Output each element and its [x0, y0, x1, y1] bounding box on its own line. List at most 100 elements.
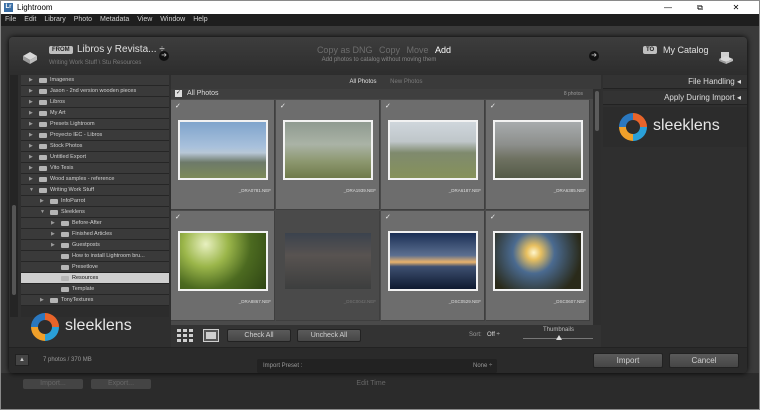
- photo-cell[interactable]: ✓ _DSC0529.NEF: [381, 211, 485, 321]
- photo-thumbnail[interactable]: [283, 231, 373, 291]
- photo-filename: _DRA1939.NEF: [343, 188, 376, 193]
- menu-view[interactable]: View: [133, 14, 156, 26]
- photo-thumbnail[interactable]: [178, 120, 268, 180]
- cancel-button[interactable]: Cancel: [669, 353, 739, 368]
- folder-item[interactable]: ▶ Untitled Export: [21, 152, 169, 163]
- folder-item[interactable]: ▶ Stock Photos: [21, 141, 169, 152]
- tab-new-photos[interactable]: New Photos: [390, 79, 422, 85]
- folder-item[interactable]: ▶ Wood samples - reference: [21, 174, 169, 185]
- import-button[interactable]: Import: [593, 353, 663, 368]
- folder-item[interactable]: ▶ TonyTextures: [21, 295, 169, 306]
- tab-all-photos[interactable]: All Photos: [349, 79, 376, 85]
- apply-during-import-header[interactable]: Apply During Import ◂: [603, 91, 747, 105]
- menu-photo[interactable]: Photo: [70, 14, 96, 26]
- folder-item[interactable]: ▶ InfoParrot: [21, 196, 169, 207]
- check-all-button[interactable]: Check All: [227, 329, 291, 342]
- triangle-right-icon[interactable]: ▶: [29, 130, 33, 141]
- triangle-right-icon[interactable]: ▶: [40, 295, 44, 306]
- mode-copy-as-dng[interactable]: Copy as DNG: [317, 45, 373, 55]
- photo-thumbnail[interactable]: [493, 120, 583, 180]
- folder-item[interactable]: Resources: [21, 273, 169, 284]
- thumbnail-slider-handle[interactable]: [556, 335, 562, 340]
- menu-metadata[interactable]: Metadata: [96, 14, 133, 26]
- triangle-right-icon[interactable]: ▶: [29, 86, 33, 97]
- folder-item[interactable]: ▼ Sleeklens: [21, 207, 169, 218]
- background-export-button[interactable]: Export...: [91, 379, 151, 389]
- photo-cell[interactable]: ✓ _DRA8867.NEF: [171, 211, 275, 321]
- checkbox-checked-icon[interactable]: ✓: [385, 102, 391, 110]
- photo-thumbnail[interactable]: [178, 231, 268, 291]
- checkbox-checked-icon[interactable]: ✓: [490, 213, 496, 221]
- folder-item[interactable]: ▶ Proyecto IEC - Libros: [21, 130, 169, 141]
- photo-thumbnail[interactable]: [388, 120, 478, 180]
- folder-scrollbar[interactable]: [10, 75, 18, 317]
- mode-copy[interactable]: Copy: [379, 45, 400, 55]
- photo-cell[interactable]: ✓ _DRA6187.NEF: [381, 100, 485, 210]
- photo-thumbnail[interactable]: [283, 120, 373, 180]
- menu-file[interactable]: File: [1, 14, 20, 26]
- folder-item[interactable]: ▶ Finished Articles: [21, 229, 169, 240]
- grid-scrollbar[interactable]: [593, 89, 601, 325]
- folder-item[interactable]: ▶ Presets Lightroom: [21, 119, 169, 130]
- folder-item[interactable]: ▶ Before-After: [21, 218, 169, 229]
- minimize-button[interactable]: —: [655, 1, 681, 14]
- menu-help[interactable]: Help: [189, 14, 211, 26]
- checkbox-checked-icon[interactable]: ✓: [280, 102, 286, 110]
- maximize-button[interactable]: ⧉: [687, 1, 713, 14]
- photo-thumbnail[interactable]: [493, 231, 583, 291]
- source-selector[interactable]: Libros y Revista... ÷: [77, 44, 165, 55]
- photo-cell[interactable]: ✓ _DRA1939.NEF: [276, 100, 380, 210]
- photo-cell[interactable]: ✓ _DRA0781.NEF: [171, 100, 275, 210]
- folder-icon: [39, 122, 47, 127]
- background-import-button[interactable]: Import...: [23, 379, 83, 389]
- mode-add[interactable]: Add: [435, 45, 451, 55]
- folder-item[interactable]: Template: [21, 284, 169, 295]
- triangle-right-icon[interactable]: ▶: [29, 75, 33, 86]
- folder-item[interactable]: ▶ My Art: [21, 108, 169, 119]
- uncheck-all-button[interactable]: Uncheck All: [297, 329, 361, 342]
- checkbox-checked-icon[interactable]: ✓: [385, 213, 391, 221]
- triangle-right-icon[interactable]: ▶: [40, 196, 44, 207]
- checkbox-checked-icon[interactable]: ✓: [175, 213, 181, 221]
- loupe-view-icon[interactable]: [203, 329, 219, 342]
- triangle-right-icon[interactable]: ▶: [29, 108, 33, 119]
- import-preset-bar: Import Preset : None ÷: [257, 359, 497, 373]
- select-all-checkbox[interactable]: ✓: [175, 90, 182, 97]
- sort-selector[interactable]: Off ÷: [487, 332, 500, 338]
- photo-cell[interactable]: _DSC0042.NEF: [276, 211, 380, 321]
- brand-name-left: sleeklens: [65, 317, 132, 334]
- folder-item[interactable]: ▶ Jason - 2nd version wooden pieces: [21, 86, 169, 97]
- triangle-down-icon[interactable]: ▼: [40, 207, 45, 218]
- photo-thumbnail[interactable]: [388, 231, 478, 291]
- folder-item[interactable]: ▶ Libros: [21, 97, 169, 108]
- collapse-up-icon[interactable]: ▲: [15, 354, 29, 366]
- triangle-right-icon[interactable]: ▶: [51, 240, 55, 251]
- triangle-down-icon[interactable]: ▼: [29, 185, 34, 196]
- file-handling-header[interactable]: File Handling ◂: [603, 75, 747, 89]
- import-preset-selector[interactable]: None ÷: [473, 359, 492, 373]
- triangle-right-icon[interactable]: ▶: [29, 174, 33, 185]
- folder-item[interactable]: How to install Lightroom bru...: [21, 251, 169, 262]
- triangle-right-icon[interactable]: ▶: [29, 141, 33, 152]
- triangle-right-icon[interactable]: ▶: [29, 97, 33, 108]
- triangle-right-icon[interactable]: ▶: [29, 119, 33, 130]
- folder-item[interactable]: ▼ Writing Work Stuff: [21, 185, 169, 196]
- photo-cell[interactable]: ✓ _DRA6385.NEF: [486, 100, 590, 210]
- triangle-right-icon[interactable]: ▶: [29, 163, 33, 174]
- folder-item[interactable]: ▶ Vito Tesis: [21, 163, 169, 174]
- checkbox-checked-icon[interactable]: ✓: [175, 102, 181, 110]
- mode-move[interactable]: Move: [407, 45, 429, 55]
- folder-item[interactable]: Presetlove: [21, 262, 169, 273]
- triangle-right-icon[interactable]: ▶: [51, 218, 55, 229]
- photo-cell[interactable]: ✓ _DSC0607.NEF: [486, 211, 590, 321]
- checkbox-checked-icon[interactable]: ✓: [490, 102, 496, 110]
- menu-library[interactable]: Library: [40, 14, 69, 26]
- folder-item[interactable]: ▶ Imagenes: [21, 75, 169, 86]
- triangle-right-icon[interactable]: ▶: [51, 229, 55, 240]
- menu-window[interactable]: Window: [156, 14, 189, 26]
- triangle-right-icon[interactable]: ▶: [29, 152, 33, 163]
- menu-edit[interactable]: Edit: [20, 14, 40, 26]
- close-button[interactable]: ✕: [723, 1, 749, 14]
- grid-view-icon[interactable]: [177, 329, 193, 342]
- folder-item[interactable]: ▶ Guestposts: [21, 240, 169, 251]
